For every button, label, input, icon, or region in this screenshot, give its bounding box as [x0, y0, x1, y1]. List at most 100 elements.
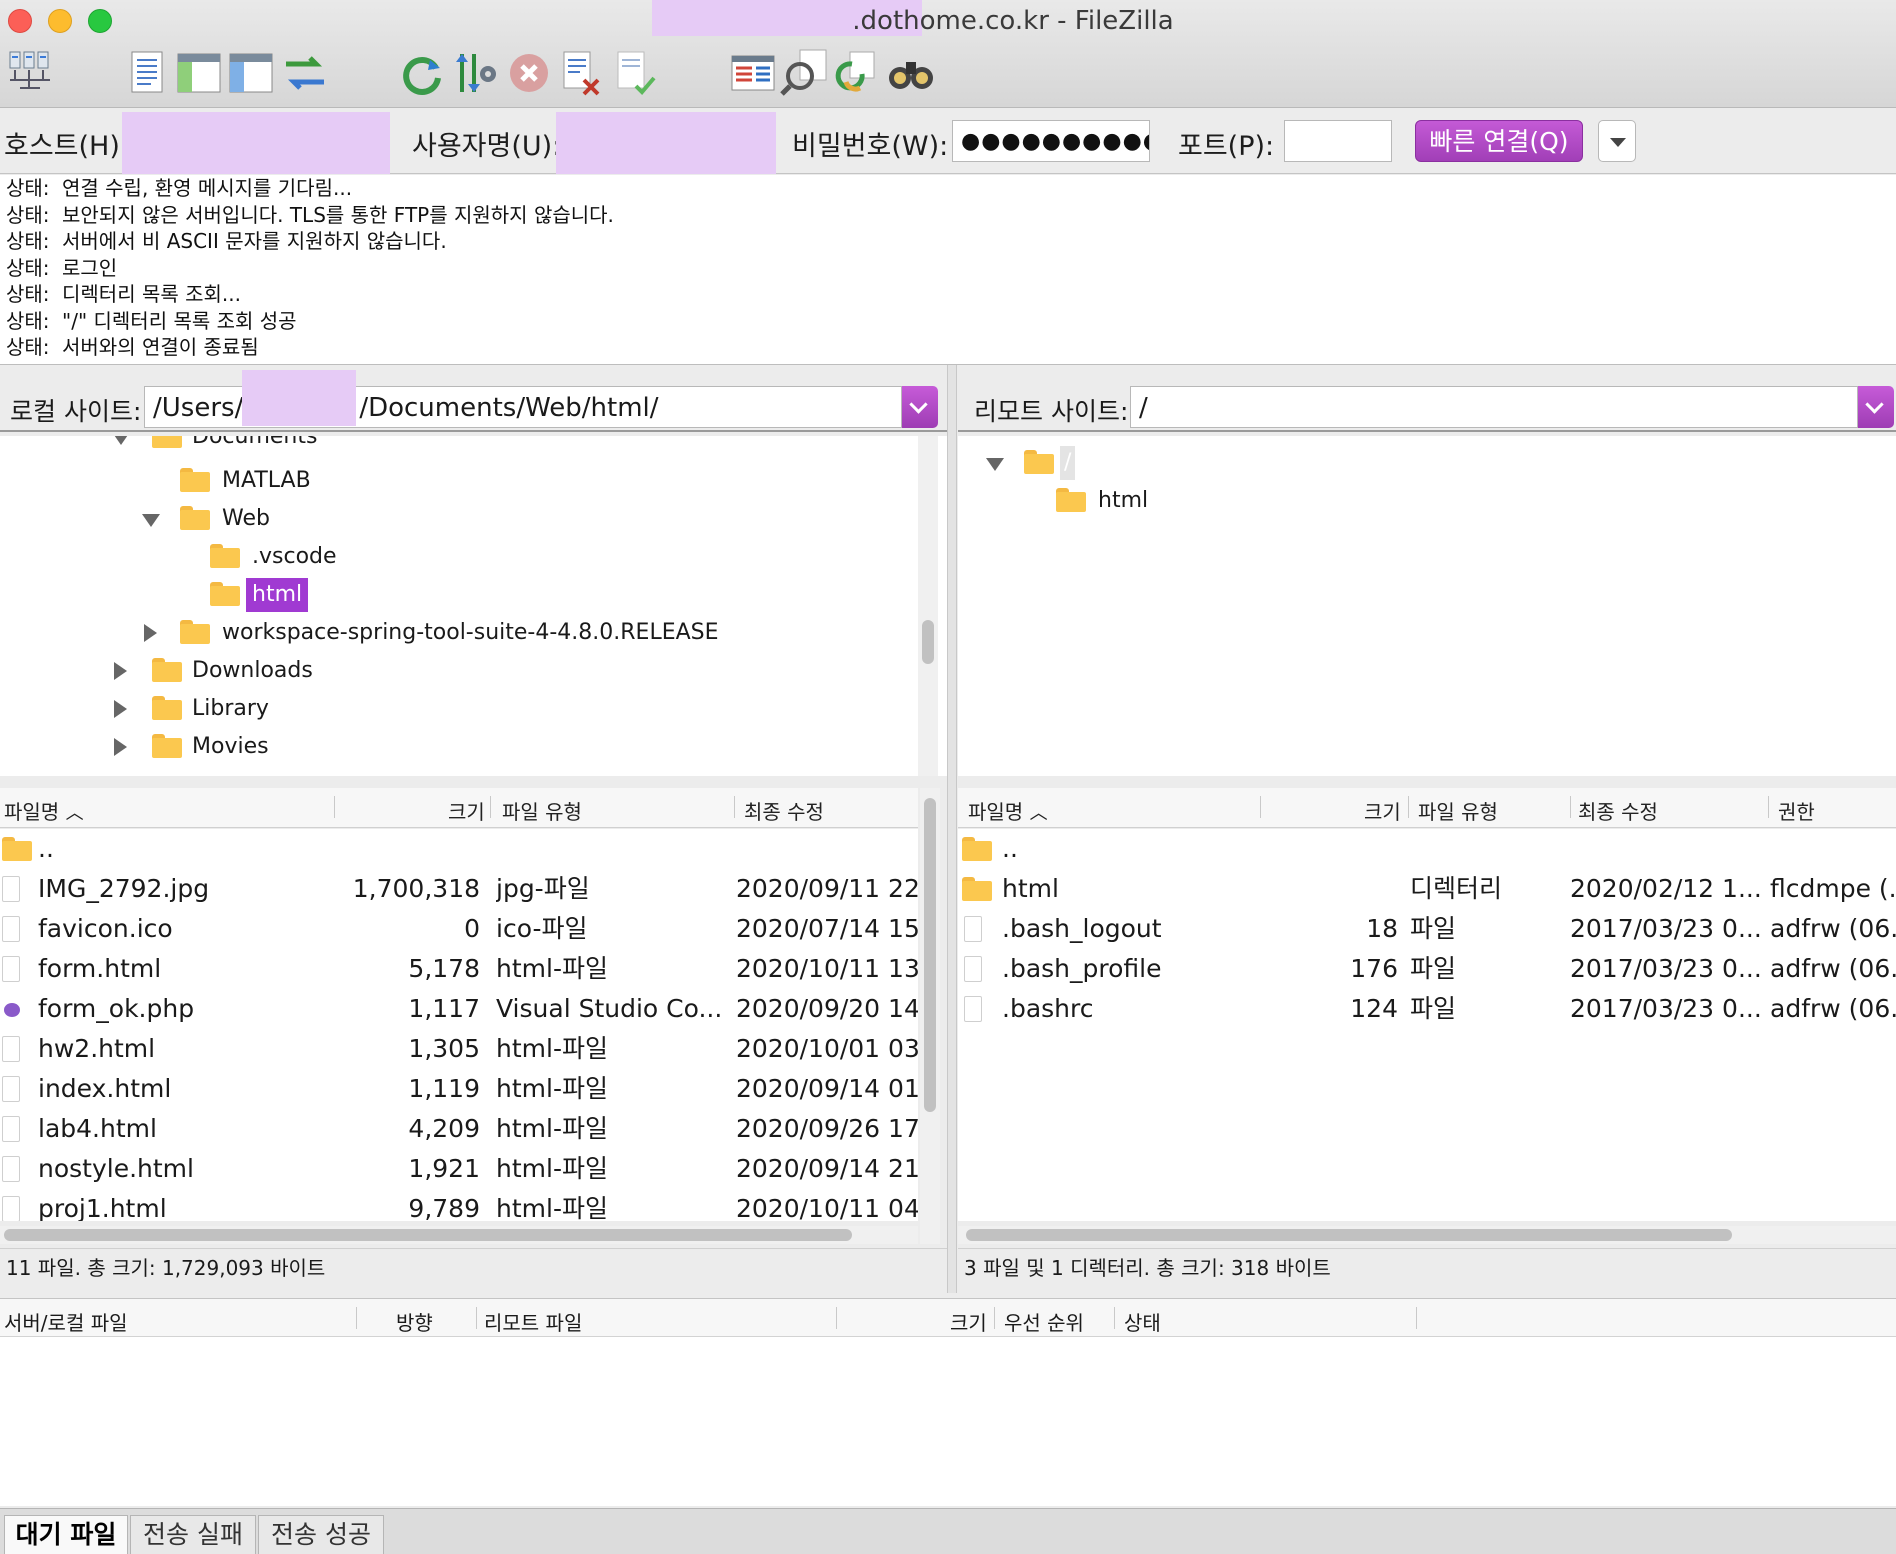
folder-icon [962, 837, 992, 861]
list-item[interactable]: .. [958, 829, 1896, 869]
queue-col-local[interactable]: 서버/로컬 파일 [4, 1307, 128, 1336]
col-permissions-header[interactable]: 권한 [1778, 796, 1815, 825]
log-line: 상태: 보안되지 않은 서버입니다. TLS를 통한 FTP를 지원하지 않습니다… [6, 202, 614, 227]
folder-icon [1056, 488, 1086, 512]
sync-browse-icon[interactable] [832, 48, 882, 98]
list-item[interactable]: hw2.html 1,305 html-파일 2020/10/01 03: [0, 1029, 918, 1069]
list-item[interactable]: .bash_profile 176 파일 2017/03/23 0... adf… [958, 949, 1896, 989]
list-item[interactable]: form_ok.php 1,117 Visual Studio Co... 20… [0, 989, 918, 1029]
transfer-queue-icon[interactable] [280, 48, 330, 98]
folder-icon [180, 620, 210, 644]
list-item[interactable]: index.html 1,119 html-파일 2020/09/14 01: [0, 1069, 918, 1109]
quickconnect-button[interactable]: 빠른 연결(Q) [1415, 120, 1583, 162]
col-size-header[interactable]: 크기 [1364, 796, 1401, 825]
list-item[interactable]: proj1.html 9,789 html-파일 2020/10/11 04: [0, 1189, 918, 1221]
file-icon [964, 916, 982, 942]
vscode-file-icon [4, 1003, 20, 1017]
col-modified-header[interactable]: 최종 수정 [744, 796, 824, 825]
redacted-username [242, 370, 356, 426]
folder-icon [210, 544, 240, 568]
file-icon [2, 1076, 20, 1102]
local-list-hscrollbar[interactable] [0, 1226, 918, 1244]
queue-header: 서버/로컬 파일 방향 리모트 파일 크기 우선 순위 상태 [0, 1299, 1896, 1337]
filter-icon[interactable] [450, 48, 500, 98]
local-tree-scrollbar[interactable] [918, 436, 938, 776]
tab-failed-transfers[interactable]: 전송 실패 [130, 1515, 256, 1554]
file-icon [2, 1156, 20, 1182]
log-line: 상태: 서버에서 비 ASCII 문자를 지원하지 않습니다. [6, 229, 447, 253]
folder-icon [152, 658, 182, 682]
log-line: 상태: 연결 수립, 환영 메시지를 기다림... [6, 176, 353, 200]
local-status-summary: 11 파일. 총 크기: 1,729,093 바이트 [0, 1248, 947, 1290]
log-line: 상태: 디렉터리 목록 조회... [6, 282, 241, 306]
local-list-vscrollbar[interactable] [920, 788, 940, 1244]
list-item[interactable]: .bashrc 124 파일 2017/03/23 0... adfrw (06… [958, 989, 1896, 1029]
tab-queued-files[interactable]: 대기 파일 [4, 1515, 128, 1554]
password-input[interactable]: ●●●●●●●●●● [952, 120, 1150, 162]
folder-icon [152, 436, 182, 448]
col-name-header[interactable]: 파일명 ︿ [968, 796, 1048, 825]
remote-site-bar: 리모트 사이트: / [958, 376, 1896, 432]
col-modified-header[interactable]: 최종 수정 [1578, 796, 1658, 825]
queue-col-remote[interactable]: 리모트 파일 [484, 1307, 582, 1336]
remote-list-hscrollbar[interactable] [958, 1226, 1896, 1244]
local-tree-icon[interactable] [174, 48, 224, 98]
disconnect-icon[interactable] [556, 48, 606, 98]
queue-col-direction[interactable]: 방향 [396, 1307, 433, 1336]
log-line: 상태: 로그인 [6, 255, 118, 280]
file-icon [2, 956, 20, 982]
log-line: 상태: 서버와의 연결이 종료됨 [6, 335, 259, 359]
list-item[interactable]: .. [0, 829, 918, 869]
list-item[interactable]: favicon.ico 0 ico-파일 2020/07/14 15: [0, 909, 918, 949]
col-name-header[interactable]: 파일명 ︿ [4, 796, 84, 825]
folder-icon [152, 696, 182, 720]
local-file-list: .. IMG_2792.jpg 1,700,318 jpg-파일 2020/09… [0, 829, 918, 1221]
list-item[interactable]: form.html 5,178 html-파일 2020/10/11 13: [0, 949, 918, 989]
remote-tree-icon[interactable] [226, 48, 276, 98]
folder-icon [2, 837, 32, 861]
list-item[interactable]: nostyle.html 1,921 html-파일 2020/09/14 21… [0, 1149, 918, 1189]
queue-col-size[interactable]: 크기 [950, 1307, 987, 1336]
list-item[interactable]: .bash_logout 18 파일 2017/03/23 0... adfrw… [958, 909, 1896, 949]
queue-col-priority[interactable]: 우선 순위 [1004, 1307, 1084, 1336]
folder-icon [962, 877, 992, 901]
log-line: 상태: "/" 디렉터리 목록 조회 성공 [6, 308, 297, 333]
col-type-header[interactable]: 파일 유형 [1418, 796, 1498, 825]
reconnect-icon[interactable] [610, 48, 660, 98]
col-type-header[interactable]: 파일 유형 [502, 796, 582, 825]
search-icon[interactable] [780, 48, 830, 98]
col-size-header[interactable]: 크기 [448, 796, 485, 825]
file-icon [964, 956, 982, 982]
local-path-dropdown[interactable] [902, 386, 938, 428]
folder-icon [180, 468, 210, 492]
tab-successful-transfers[interactable]: 전송 성공 [258, 1515, 384, 1554]
remote-site-label: 리모트 사이트: [974, 397, 1129, 426]
queue-col-status[interactable]: 상태 [1124, 1307, 1161, 1336]
list-item[interactable]: IMG_2792.jpg 1,700,318 jpg-파일 2020/09/11… [0, 869, 918, 909]
remote-path-input[interactable]: / [1130, 386, 1858, 428]
local-directory-tree: Documents MATLAB Web .vscode html worksp… [0, 436, 947, 776]
title-bar: .dothome.co.kr - FileZilla [0, 0, 1896, 108]
quickconnect-history-dropdown[interactable] [1598, 120, 1636, 162]
local-list-header: 파일명 ︿ 크기 파일 유형 최종 수정 [0, 788, 918, 828]
message-log-icon[interactable] [122, 48, 172, 98]
port-label: 포트(P): [1178, 131, 1275, 162]
host-label: 호스트(H): [4, 131, 129, 162]
cancel-icon[interactable] [504, 48, 554, 98]
remote-directory-tree: / html [958, 436, 1896, 776]
file-icon [2, 1196, 20, 1221]
refresh-icon[interactable] [396, 48, 446, 98]
quickconnect-bar: 호스트(H): 사용자명(U): 비밀번호(W): ●●●●●●●●●● 포트(… [0, 108, 1896, 174]
host-input[interactable] [122, 112, 390, 174]
directory-compare-icon[interactable] [728, 48, 778, 98]
site-manager-icon[interactable] [6, 48, 56, 98]
remote-path-dropdown[interactable] [1858, 386, 1894, 428]
username-input[interactable] [556, 112, 776, 174]
list-item[interactable]: lab4.html 4,209 html-파일 2020/09/26 17: [0, 1109, 918, 1149]
pane-splitter[interactable] [947, 365, 957, 1293]
find-files-icon[interactable] [886, 48, 936, 98]
port-input[interactable] [1284, 120, 1392, 162]
list-item[interactable]: html 디렉터리 2020/02/12 1... flcdmpe (. [958, 869, 1896, 909]
file-icon [2, 876, 20, 902]
file-icon [2, 1036, 20, 1062]
